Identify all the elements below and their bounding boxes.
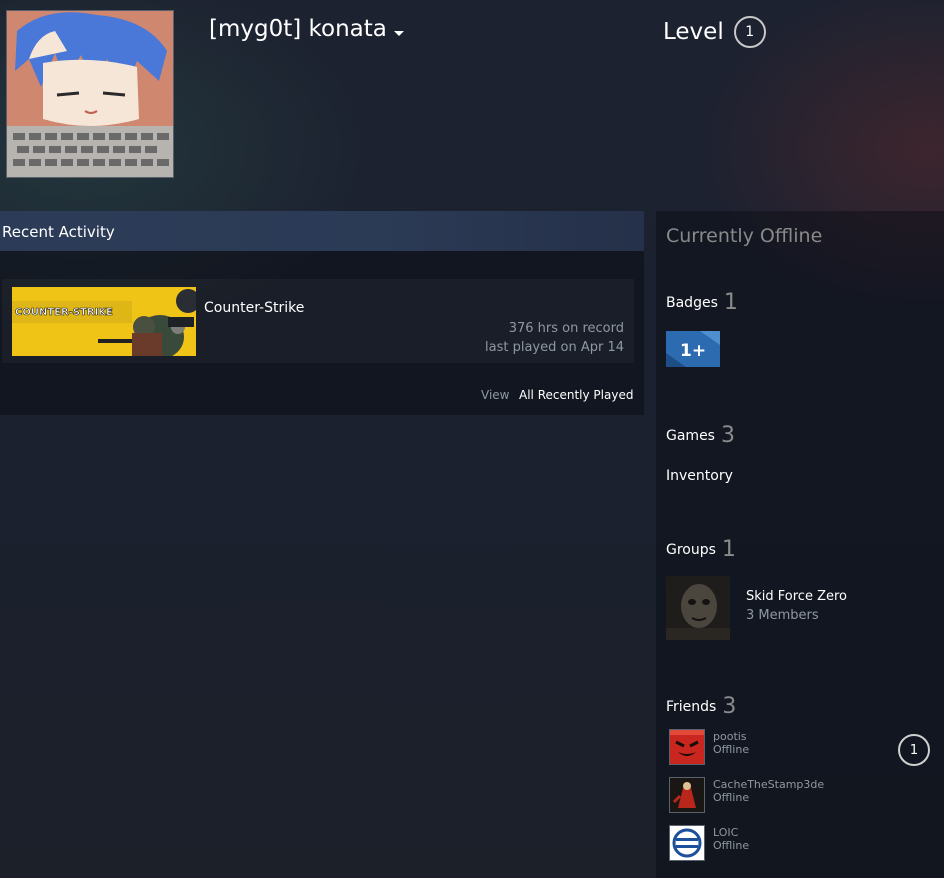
friend-avatar[interactable] <box>669 825 705 861</box>
group-member-count: 3 Members <box>746 608 819 623</box>
badges-count: 1 <box>723 290 738 315</box>
groups-label: Groups <box>666 542 716 558</box>
group-avatar[interactable] <box>666 576 730 640</box>
friends-section-link[interactable]: Friends 3 <box>666 692 737 719</box>
friend-name-link[interactable]: CacheTheStamp3de <box>713 778 824 791</box>
badge-icon[interactable]: 1+ <box>666 331 720 367</box>
all-recently-played-link[interactable]: All Recently Played <box>519 388 633 402</box>
badges-label: Badges <box>666 295 718 311</box>
friend-avatar[interactable] <box>669 729 705 765</box>
view-label: View <box>481 388 510 402</box>
badge-text: 1+ <box>680 341 706 361</box>
friend-status: Offline <box>713 839 750 852</box>
group-name-link[interactable]: Skid Force Zero <box>746 589 847 604</box>
groups-count: 1 <box>721 537 736 562</box>
persona-name: [myg0t] konata <box>209 16 387 42</box>
online-status: Currently Offline <box>666 225 823 247</box>
friend-level-badge: 1 <box>898 734 930 766</box>
groups-section-link[interactable]: Groups 1 <box>666 535 736 562</box>
persona-name-dropdown[interactable]: [myg0t] konata <box>209 16 404 42</box>
friends-label: Friends <box>666 699 717 715</box>
games-section-link[interactable]: Games 3 <box>666 421 735 448</box>
friend-avatar[interactable] <box>669 777 705 813</box>
game-banner-image[interactable]: COUNTER-STRIKE <box>12 287 196 356</box>
game-name-link[interactable]: Counter-Strike <box>204 300 304 316</box>
games-label: Games <box>666 428 715 444</box>
game-hours-on-record: 376 hrs on record <box>508 321 624 336</box>
friend-name-link[interactable]: pootis <box>713 730 747 743</box>
profile-level: Level 1 <box>663 16 766 48</box>
chevron-down-icon <box>393 30 404 36</box>
inventory-link[interactable]: Inventory <box>666 468 733 484</box>
friend-status: Offline <box>713 791 750 804</box>
level-badge: 1 <box>733 16 766 48</box>
friend-status: Offline <box>713 743 750 756</box>
friend-name-link[interactable]: LOIC <box>713 826 738 839</box>
recent-activity-title: Recent Activity <box>2 223 115 241</box>
game-last-played: last played on Apr 14 <box>485 340 624 355</box>
friends-count: 3 <box>722 694 737 719</box>
games-count: 3 <box>720 423 735 448</box>
badges-section-link[interactable]: Badges 1 <box>666 288 738 315</box>
level-label: Level <box>663 19 724 45</box>
game-banner-text: COUNTER-STRIKE <box>15 307 113 318</box>
profile-avatar[interactable] <box>6 10 174 178</box>
